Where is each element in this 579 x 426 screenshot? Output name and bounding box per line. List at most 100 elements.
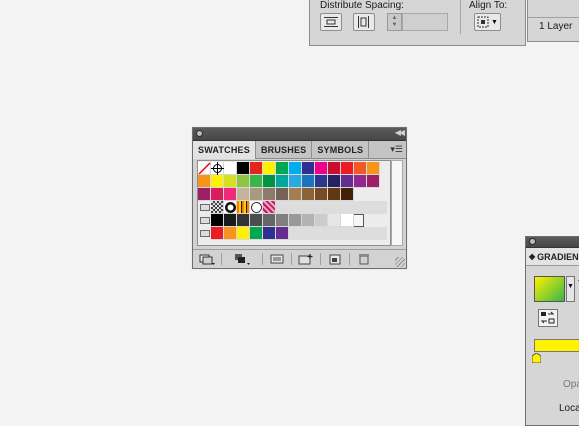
color-swatch[interactable] [237,175,250,188]
color-swatch[interactable] [263,227,276,240]
color-swatch[interactable] [289,162,302,175]
color-swatch[interactable] [250,188,263,201]
reverse-icon [540,311,555,324]
folder-icon[interactable] [198,227,211,240]
color-swatch[interactable] [289,188,302,201]
color-swatch[interactable] [237,188,250,201]
color-swatch[interactable] [250,175,263,188]
color-swatch[interactable] [341,162,354,175]
color-swatch[interactable] [224,214,237,227]
color-swatch[interactable] [250,162,263,175]
new-folder-icon [298,254,313,265]
align-to-dropdown[interactable]: ▼ [474,13,501,31]
color-swatch[interactable] [211,227,224,240]
color-swatch[interactable] [289,175,302,188]
color-swatch[interactable] [315,162,328,175]
color-swatch[interactable] [367,175,380,188]
new-color-group-button[interactable] [292,252,320,266]
color-swatch[interactable] [211,188,224,201]
gradient-slider[interactable] [534,339,579,352]
panel-titlebar[interactable]: ◀◀ [193,128,406,141]
close-icon[interactable] [529,238,536,245]
color-swatch[interactable] [302,188,315,201]
color-swatch[interactable] [211,214,224,227]
resize-grip-icon[interactable] [395,257,405,267]
new-swatch-button[interactable] [321,252,349,266]
tab-gradient[interactable]: ◆ GRADIEN [526,248,579,266]
color-swatch[interactable] [263,175,276,188]
collapse-icon[interactable]: ◀◀ [395,128,405,137]
tab-swatches[interactable]: SWATCHES [193,141,256,159]
color-swatch[interactable] [198,175,211,188]
tab-symbols[interactable]: SYMBOLS [312,141,370,158]
color-swatch[interactable] [211,175,224,188]
folder-icon[interactable] [198,201,211,214]
swatch-none[interactable] [198,162,211,175]
color-swatch[interactable] [302,214,315,227]
color-swatch[interactable] [315,214,328,227]
color-swatch[interactable] [237,214,250,227]
color-swatch[interactable] [224,227,237,240]
color-swatch[interactable] [315,188,328,201]
spacing-stepper[interactable]: ▲ ▼ [387,13,402,31]
color-swatch[interactable] [354,162,367,175]
panel-menu-icon[interactable]: ▾☰ [390,144,403,155]
swatch-pattern[interactable] [250,201,263,214]
color-swatch[interactable] [276,175,289,188]
location-label: Loca [559,403,579,414]
spacing-input[interactable] [402,13,448,31]
color-swatch[interactable] [341,175,354,188]
swatch-pattern[interactable] [263,201,276,214]
color-swatch[interactable] [315,175,328,188]
swatch-options-button[interactable] [263,252,291,266]
reverse-gradient-button[interactable] [538,309,558,327]
gradient-stop[interactable] [531,352,542,364]
color-swatch[interactable] [289,214,302,227]
color-swatch[interactable] [328,214,341,227]
color-swatch[interactable] [263,214,276,227]
panel-titlebar[interactable] [526,237,579,248]
color-swatch[interactable] [250,214,263,227]
swatch-pattern[interactable] [224,201,237,214]
chevron-down-icon: ▼ [491,18,498,26]
color-swatch[interactable] [302,162,315,175]
color-swatch[interactable] [263,188,276,201]
color-swatch[interactable] [341,188,354,201]
show-swatch-kinds-button[interactable] [222,252,262,266]
color-swatch[interactable] [328,175,341,188]
swatch-pattern[interactable] [211,201,224,214]
color-swatch[interactable] [276,162,289,175]
distribute-vertical-space-button[interactable] [320,13,342,31]
color-swatch[interactable] [276,227,289,240]
swatch-pattern[interactable] [237,201,250,214]
folder-icon[interactable] [198,214,211,227]
color-swatch[interactable] [237,162,250,175]
color-swatch[interactable] [224,188,237,201]
color-swatch[interactable] [224,175,237,188]
gradient-presets-dropdown[interactable]: ▼ [566,276,575,302]
scrollbar[interactable] [391,160,403,246]
color-swatch[interactable] [302,175,315,188]
distribute-horizontal-space-button[interactable] [353,13,375,31]
color-swatch[interactable] [224,162,237,175]
color-swatch[interactable] [276,214,289,227]
color-swatch[interactable] [237,227,250,240]
color-swatch[interactable] [341,214,354,227]
color-swatch[interactable] [367,162,380,175]
color-swatch[interactable] [328,162,341,175]
color-swatch[interactable] [250,227,263,240]
tab-brushes[interactable]: BRUSHES [256,141,313,158]
delete-swatch-button[interactable] [350,252,378,266]
color-swatch[interactable] [276,188,289,201]
color-swatch[interactable] [354,175,367,188]
swatch-libraries-menu-button[interactable] [193,252,221,266]
swatch-registration[interactable] [211,162,224,175]
color-swatch[interactable] [263,162,276,175]
distribute-horizontal-icon [358,16,369,28]
library-icon [199,254,215,265]
color-swatch[interactable] [198,188,211,201]
gradient-thumbnail[interactable] [534,276,565,302]
close-icon[interactable] [196,130,203,137]
color-swatch[interactable] [328,188,341,201]
expand-icon: ◆ [529,252,536,261]
